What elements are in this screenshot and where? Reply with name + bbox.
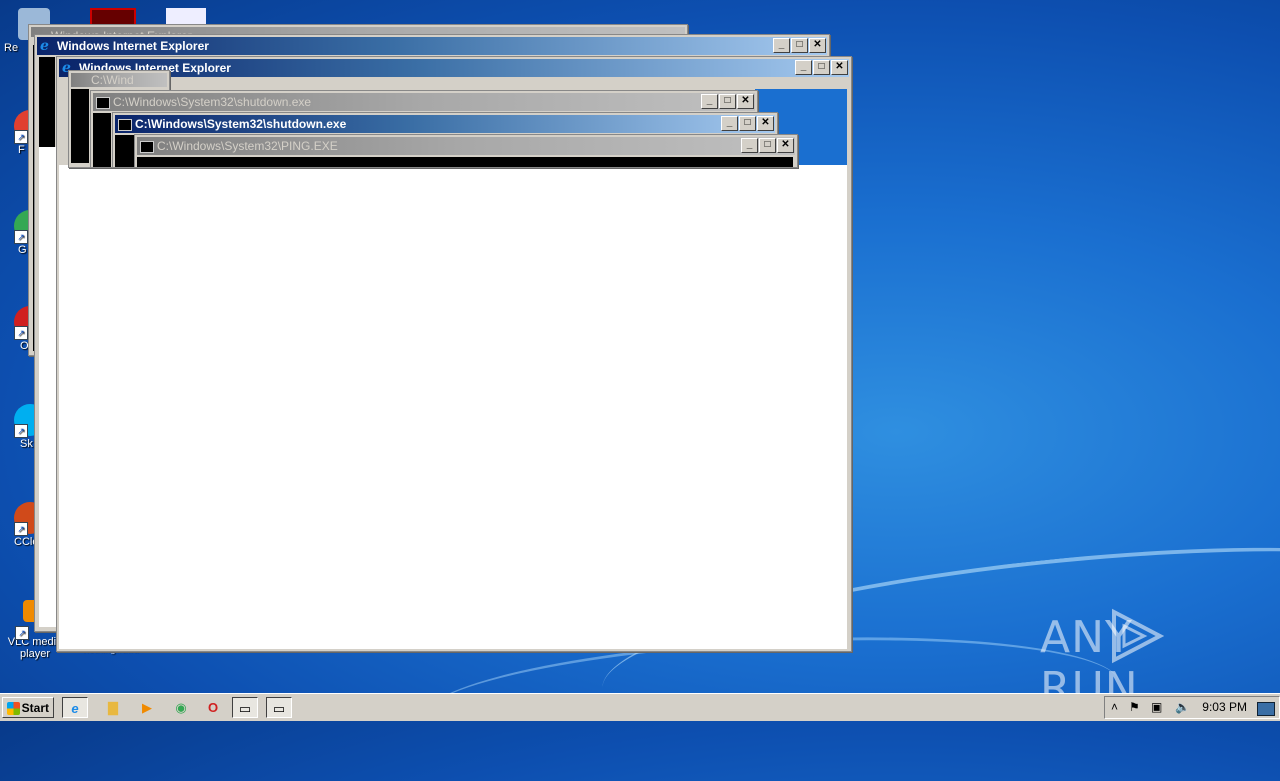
caption-buttons: _ □ ✕	[795, 60, 848, 75]
clock[interactable]: 9:03 PM	[1202, 700, 1247, 714]
close-button[interactable]: ✕	[831, 60, 848, 75]
minimize-button[interactable]: _	[795, 60, 812, 75]
minimize-button[interactable]: _	[701, 94, 718, 109]
console-area	[137, 157, 793, 167]
window-title: C:\Windows\System32\shutdown.exe	[113, 95, 312, 109]
caption-buttons: _ □ ✕	[701, 94, 754, 109]
chrome-icon: ◉	[175, 700, 187, 715]
window-titlebar[interactable]: e Windows Internet Explorer	[37, 37, 827, 55]
console-area	[39, 57, 55, 147]
opera-icon: O	[207, 700, 219, 715]
windows-logo-icon	[7, 702, 20, 715]
close-button[interactable]: ✕	[757, 116, 774, 131]
window-title: Windows Internet Explorer	[57, 39, 209, 53]
maximize-button[interactable]: □	[719, 94, 736, 109]
window-title: C:\Windows\System32\PING.EXE	[157, 139, 338, 153]
window-title: C:\Windows\System32\shutdown.exe	[135, 117, 347, 131]
taskbar-item-opera[interactable]: O	[200, 697, 226, 718]
window-titlebar[interactable]: C:\Windows\System32\shutdown.exe	[115, 115, 775, 133]
caption-buttons: _ □ ✕	[741, 138, 794, 153]
folder-icon: ▇	[108, 700, 118, 715]
window-titlebar[interactable]: C:\Wind	[71, 73, 167, 87]
action-center-flag-icon[interactable]: ⚑	[1129, 700, 1140, 714]
start-label: Start	[21, 701, 49, 715]
maximize-button[interactable]: □	[813, 60, 830, 75]
caption-buttons: _ □ ✕	[773, 38, 826, 53]
cmd-icon: ▭	[272, 701, 286, 716]
taskbar-item-cmd[interactable]: ▭	[232, 697, 258, 718]
taskbar-item-media-player[interactable]: ▶	[134, 697, 160, 718]
minimize-button[interactable]: _	[721, 116, 738, 131]
window-titlebar[interactable]: C:\Windows\System32\shutdown.exe	[93, 93, 755, 111]
window-titlebar[interactable]: C:\Windows\System32\PING.EXE	[137, 137, 795, 155]
ie-icon: e	[40, 38, 49, 54]
shortcut-arrow-icon: ↗	[14, 230, 28, 244]
console-area	[71, 89, 89, 163]
maximize-button[interactable]: □	[759, 138, 776, 153]
cmd-icon	[96, 97, 110, 109]
minimize-button[interactable]: _	[741, 138, 758, 153]
taskbar-item-ie[interactable]: e	[62, 697, 88, 718]
console-area	[93, 113, 111, 167]
minimize-button[interactable]: _	[773, 38, 790, 53]
show-desktop-icon[interactable]	[1257, 702, 1275, 716]
volume-icon[interactable]: 🔈	[1175, 700, 1190, 714]
shortcut-arrow-icon: ↗	[14, 424, 28, 438]
window-title: C:\Wind	[91, 73, 134, 87]
close-button[interactable]: ✕	[777, 138, 794, 153]
taskbar-item-chrome[interactable]: ◉	[168, 697, 194, 718]
ie-content	[59, 165, 847, 649]
shortcut-arrow-icon: ↗	[14, 522, 28, 536]
close-button[interactable]: ✕	[737, 94, 754, 109]
media-player-icon: ▶	[142, 700, 152, 715]
window-titlebar[interactable]: e Windows Internet Explorer	[59, 59, 849, 77]
shortcut-arrow-icon: ↗	[15, 626, 29, 640]
network-icon[interactable]: ▣	[1151, 700, 1162, 714]
taskbar-item-cmd[interactable]: ▭	[266, 697, 292, 718]
maximize-button[interactable]: □	[791, 38, 808, 53]
start-button[interactable]: Start	[2, 697, 54, 718]
shortcut-arrow-icon: ↗	[14, 130, 28, 144]
shortcut-arrow-icon: ↗	[14, 326, 28, 340]
maximize-button[interactable]: □	[739, 116, 756, 131]
system-tray: ˄ ⚑ ▣ 🔈 9:03 PM	[1104, 696, 1280, 719]
cmd-icon: ▭	[238, 701, 252, 716]
anyrun-play-icon	[1112, 608, 1164, 664]
ie-icon: e	[71, 701, 79, 716]
console-area	[115, 135, 135, 167]
window-ping[interactable]: C:\Windows\System32\PING.EXE _ □ ✕	[134, 134, 798, 168]
show-hidden-icons-icon[interactable]: ˄	[1111, 700, 1118, 714]
taskbar: Start e ▇ ▶ ◉ O ▭ ▭ ˄ ⚑ ▣ 🔈 9:03 PM	[0, 693, 1280, 721]
cmd-icon	[118, 119, 132, 131]
cmd-icon	[140, 141, 154, 153]
close-button[interactable]: ✕	[809, 38, 826, 53]
caption-buttons: _ □ ✕	[721, 116, 774, 131]
taskbar-item-explorer[interactable]: ▇	[100, 697, 126, 718]
